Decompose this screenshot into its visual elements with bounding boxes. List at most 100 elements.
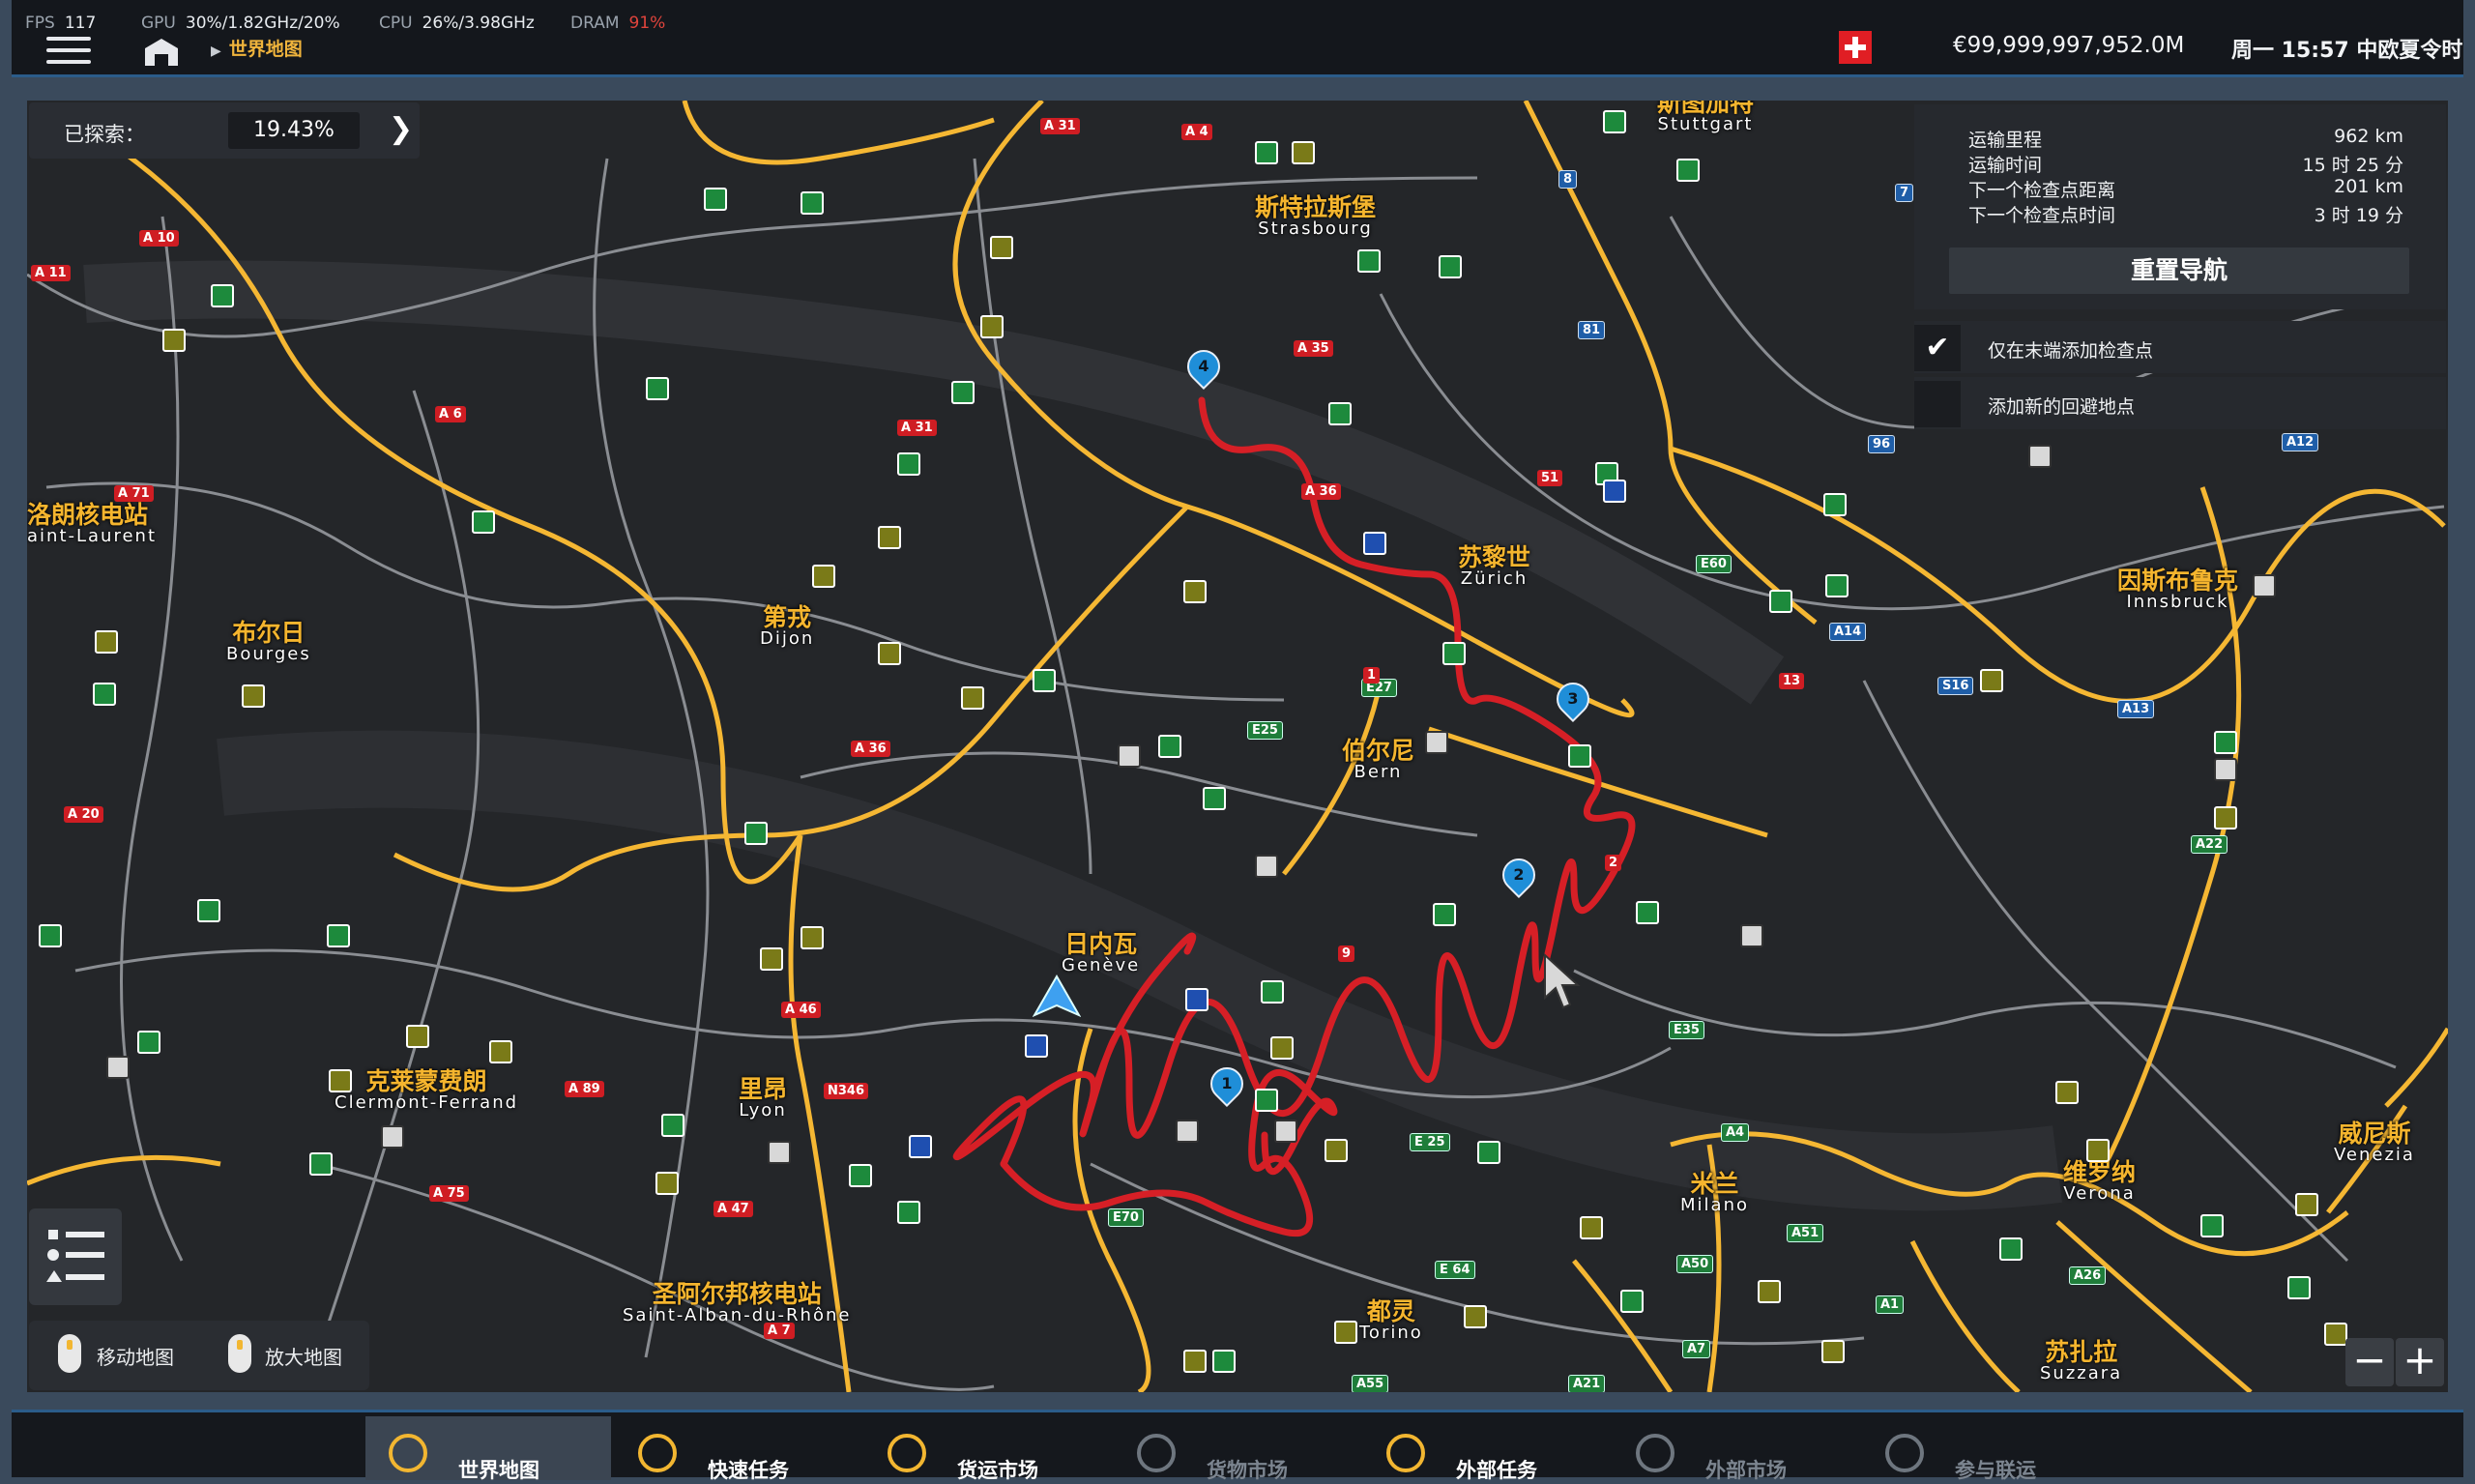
reset-navigation-button[interactable]: 重置导航 <box>1949 247 2409 294</box>
depot-icon[interactable] <box>1568 744 1591 768</box>
city-clermont-ferrand[interactable]: 克莱蒙费朗 Clermont-Ferrand <box>335 1068 518 1113</box>
city-saint-laurent[interactable]: 洛朗核电站 aint-Laurent <box>27 502 157 546</box>
city-zurich[interactable]: 苏黎世 Zürich <box>1458 544 1530 589</box>
depot-icon[interactable] <box>951 381 975 404</box>
city-geneve[interactable]: 日内瓦 Genève <box>1062 931 1140 975</box>
service-icon[interactable] <box>406 1025 429 1048</box>
service-icon[interactable] <box>162 329 186 352</box>
service-icon[interactable] <box>2214 806 2237 829</box>
camera-icon[interactable] <box>1118 744 1141 768</box>
depot-icon[interactable] <box>1603 110 1626 133</box>
service-icon[interactable] <box>1292 141 1315 164</box>
fuel-icon[interactable] <box>1603 480 1626 503</box>
chevron-right-icon[interactable]: ❯ <box>389 112 413 146</box>
depot-icon[interactable] <box>93 683 116 706</box>
service-icon[interactable] <box>655 1172 679 1195</box>
service-icon[interactable] <box>1464 1305 1487 1328</box>
tab-world-map[interactable]: 世界地图 <box>365 1416 611 1482</box>
city-strasbourg[interactable]: 斯特拉斯堡 Strasbourg <box>1255 194 1376 239</box>
fuel-icon[interactable] <box>1185 988 1208 1011</box>
service-icon[interactable] <box>760 947 783 971</box>
depot-icon[interactable] <box>2214 731 2237 754</box>
tab-convoy[interactable]: 参与联运 <box>1862 1416 2108 1482</box>
service-icon[interactable] <box>801 926 824 949</box>
city-torino[interactable]: 都灵 Torino <box>1359 1298 1423 1343</box>
service-icon[interactable] <box>1270 1036 1294 1060</box>
depot-icon[interactable] <box>1769 590 1792 613</box>
city-innsbruck[interactable]: 因斯布鲁克 Innsbruck <box>2117 567 2238 612</box>
service-icon[interactable] <box>1758 1280 1781 1303</box>
checkbox-empty-icon[interactable] <box>1914 381 1961 427</box>
depot-icon[interactable] <box>1439 255 1462 278</box>
service-icon[interactable] <box>812 565 835 588</box>
depot-icon[interactable] <box>704 188 727 211</box>
camera-icon[interactable] <box>106 1056 130 1079</box>
camera-icon[interactable] <box>381 1125 404 1149</box>
city-venezia[interactable]: 威尼斯 Venezia <box>2334 1120 2415 1165</box>
depot-icon[interactable] <box>1676 159 1700 182</box>
depot-icon[interactable] <box>1999 1237 2023 1261</box>
option-add-avoid-point[interactable]: 添加新的回避地点 <box>1914 377 2446 429</box>
service-icon[interactable] <box>980 315 1004 338</box>
fuel-icon[interactable] <box>909 1135 932 1158</box>
depot-icon[interactable] <box>1477 1141 1500 1164</box>
depot-icon[interactable] <box>2200 1214 2224 1237</box>
depot-icon[interactable] <box>472 510 495 534</box>
city-suzzara[interactable]: 苏扎拉 Suzzara <box>2040 1339 2122 1383</box>
service-icon[interactable] <box>1183 1350 1207 1373</box>
camera-icon[interactable] <box>1176 1120 1199 1143</box>
depot-icon[interactable] <box>1825 574 1849 597</box>
service-icon[interactable] <box>2086 1139 2110 1162</box>
home-icon[interactable] <box>143 37 180 66</box>
service-icon[interactable] <box>1980 669 2003 692</box>
camera-icon[interactable] <box>2028 445 2052 468</box>
service-icon[interactable] <box>2055 1081 2079 1104</box>
service-icon[interactable] <box>1334 1321 1357 1344</box>
zoom-out-button[interactable]: − <box>2345 1338 2394 1386</box>
tab-external-jobs[interactable]: 外部任务 <box>1363 1416 1609 1482</box>
tab-cargo-market[interactable]: 货物市场 <box>1114 1416 1359 1482</box>
tab-freight-market[interactable]: 货运市场 <box>864 1416 1110 1482</box>
depot-icon[interactable] <box>1823 493 1847 516</box>
service-icon[interactable] <box>2324 1323 2347 1346</box>
depot-icon[interactable] <box>897 452 920 476</box>
breadcrumb[interactable]: ▶ 世界地图 <box>211 35 303 61</box>
service-icon[interactable] <box>1580 1216 1603 1239</box>
fuel-icon[interactable] <box>1025 1034 1048 1058</box>
depot-icon[interactable] <box>801 191 824 215</box>
service-icon[interactable] <box>1183 580 1207 603</box>
camera-icon[interactable] <box>1274 1120 1297 1143</box>
depot-icon[interactable] <box>327 924 350 947</box>
depot-icon[interactable] <box>309 1152 333 1176</box>
depot-icon[interactable] <box>197 899 220 922</box>
depot-icon[interactable] <box>1212 1350 1236 1373</box>
camera-icon[interactable] <box>2214 758 2237 781</box>
city-dijon[interactable]: 第戎 Dijon <box>760 604 814 649</box>
depot-icon[interactable] <box>1033 669 1056 692</box>
depot-icon[interactable] <box>1433 903 1456 926</box>
checkbox-checked-icon[interactable]: ✔ <box>1914 325 1961 371</box>
city-bourges[interactable]: 布尔日 Bourges <box>226 620 311 664</box>
depot-icon[interactable] <box>137 1031 160 1054</box>
depot-icon[interactable] <box>849 1164 872 1187</box>
city-saint-alban[interactable]: 圣阿尔邦核电站 Saint-Alban-du-Rhône <box>623 1281 851 1325</box>
service-icon[interactable] <box>489 1040 512 1063</box>
depot-icon[interactable] <box>211 284 234 307</box>
depot-icon[interactable] <box>646 377 669 400</box>
depot-icon[interactable] <box>1255 1089 1278 1112</box>
fuel-icon[interactable] <box>1363 532 1386 555</box>
service-icon[interactable] <box>329 1069 352 1092</box>
zoom-in-button[interactable]: + <box>2396 1338 2444 1386</box>
depot-icon[interactable] <box>2287 1276 2311 1299</box>
camera-icon[interactable] <box>1255 855 1278 878</box>
service-icon[interactable] <box>1325 1139 1348 1162</box>
city-lyon[interactable]: 里昂 Lyon <box>739 1076 787 1120</box>
depot-icon[interactable] <box>1255 141 1278 164</box>
depot-icon[interactable] <box>1203 787 1226 810</box>
depot-icon[interactable] <box>1158 735 1181 758</box>
depot-icon[interactable] <box>1261 980 1284 1004</box>
menu-button[interactable] <box>46 37 91 66</box>
option-checkpoint-end-only[interactable]: ✔ 仅在末端添加检查点 <box>1914 321 2446 373</box>
depot-icon[interactable] <box>1328 402 1352 425</box>
tab-quick-jobs[interactable]: 快速任务 <box>615 1416 860 1482</box>
